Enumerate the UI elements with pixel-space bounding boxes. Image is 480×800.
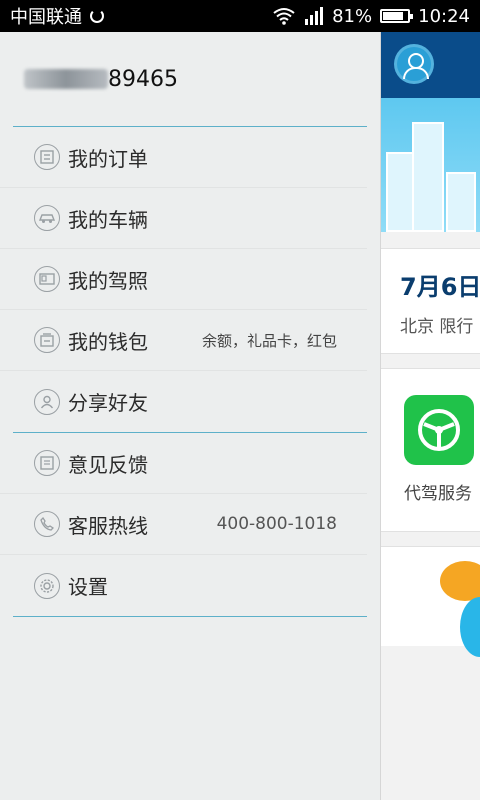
divider	[13, 616, 367, 617]
menu-item-vehicles[interactable]: 我的车辆	[0, 188, 367, 249]
user-share-icon	[34, 388, 60, 415]
clock: 10:24	[418, 5, 470, 27]
promo-card[interactable]	[380, 546, 480, 657]
carrier: 中国联通	[10, 3, 104, 29]
user-phone-suffix: 89465	[108, 66, 178, 92]
menu-item-hotline[interactable]: 客服热线 400-800-1018	[0, 494, 367, 555]
menu-item-license[interactable]: 我的驾照	[0, 249, 367, 310]
restriction-card[interactable]: 7月6日 北京 限行	[380, 248, 480, 354]
decor-orange	[440, 561, 480, 601]
menu-label: 我的车辆	[68, 207, 148, 232]
banner-image	[380, 98, 480, 232]
menu-label: 分享好友	[68, 391, 148, 415]
battery-icon	[380, 9, 414, 23]
menu-label: 设置	[68, 575, 108, 599]
battery-percent: 81%	[332, 5, 373, 27]
steering-wheel-icon	[404, 395, 474, 465]
carrier-name: 中国联通	[10, 7, 82, 28]
date-text: 7月6日	[400, 273, 480, 301]
menu-label: 我的订单	[68, 146, 148, 171]
license-icon	[34, 266, 60, 292]
wallet-subtitle: 余额，礼品卡，红包	[201, 331, 337, 350]
masked-phone-prefix	[24, 69, 108, 89]
user-account[interactable]: 89465	[0, 32, 380, 126]
gear-icon	[34, 572, 60, 599]
main-header	[380, 32, 480, 98]
feedback-icon	[34, 450, 60, 476]
service-card[interactable]: 代驾服务	[380, 368, 480, 532]
menu-item-wallet[interactable]: 我的钱包 余额，礼品卡，红包	[0, 310, 367, 371]
menu-label: 我的驾照	[68, 268, 148, 293]
signal-icon	[305, 7, 324, 25]
menu-item-orders[interactable]: 我的订单	[0, 127, 367, 188]
wifi-icon	[273, 8, 295, 25]
menu-item-feedback[interactable]: 意见反馈	[0, 433, 367, 494]
sync-icon	[90, 9, 104, 23]
wallet-icon	[34, 327, 60, 353]
decor-blue	[460, 597, 480, 657]
menu-label: 客服热线	[68, 513, 148, 538]
status-right: 81% 10:24	[272, 6, 470, 27]
city-restriction-text: 北京 限行	[400, 317, 474, 337]
car-icon	[34, 205, 60, 231]
nav-drawer: 89465 我的订单 我的车辆 我的驾照 我的钱包 余额，礼品卡，红包 分享好友	[0, 32, 381, 800]
menu-label: 意见反馈	[68, 452, 148, 477]
main-screen-peek: 7月6日 北京 限行 代驾服务	[380, 32, 480, 800]
avatar[interactable]	[394, 44, 434, 84]
hotline-number[interactable]: 400-800-1018	[217, 514, 337, 534]
status-bar: 中国联通 81% 10:24	[0, 0, 480, 32]
order-icon	[34, 144, 60, 170]
menu-label: 我的钱包	[68, 329, 148, 354]
service-label: 代驾服务	[404, 484, 472, 504]
phone-icon	[34, 511, 60, 537]
menu-item-settings[interactable]: 设置	[0, 555, 367, 616]
menu-item-share[interactable]: 分享好友	[0, 371, 367, 432]
